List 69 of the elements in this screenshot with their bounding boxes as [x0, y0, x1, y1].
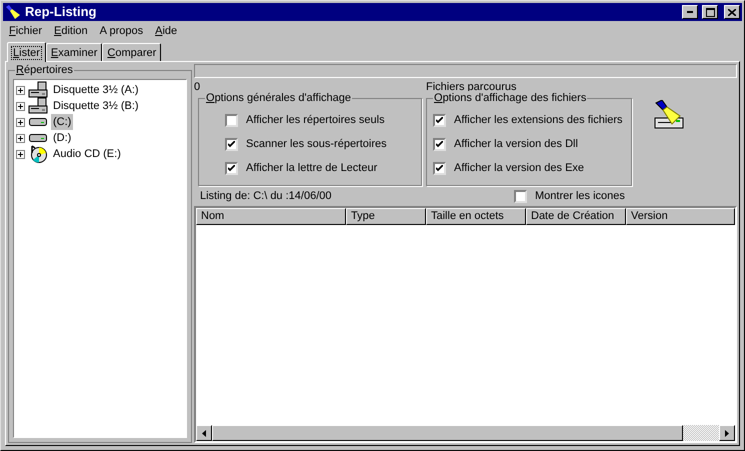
menu-item[interactable]: A propos	[94, 22, 150, 40]
expand-icon[interactable]	[16, 118, 25, 126]
scroll-left-button[interactable]	[196, 425, 212, 441]
minimize-icon	[687, 11, 693, 13]
plus-icon	[18, 88, 23, 92]
column-header[interactable]: Type	[346, 208, 426, 225]
check-icon	[436, 164, 443, 172]
column-header[interactable]: Date de Création	[526, 208, 626, 225]
column-header[interactable]: Version	[626, 208, 735, 225]
column-header[interactable]: Taille en octets	[426, 208, 526, 225]
expand-icon[interactable]	[16, 134, 25, 142]
check-icon	[436, 140, 443, 148]
counter-text: 0	[194, 80, 202, 94]
checkbox-label: Afficher la version des Dll	[454, 136, 578, 152]
group-title: Options générales d'affichage	[205, 91, 352, 105]
plus-icon	[18, 152, 23, 156]
window-title: Rep-Listing	[25, 3, 98, 22]
plus-icon	[18, 120, 23, 124]
broom-icon	[654, 100, 686, 130]
checkbox-label: Afficher les répertoires seuls	[246, 112, 385, 128]
tab[interactable]: Comparer	[102, 43, 162, 61]
tab[interactable]: Lister	[7, 42, 46, 62]
tree-item[interactable]: (C:)	[51, 114, 74, 130]
panel-title: Répertoires	[15, 63, 74, 77]
checkbox[interactable]	[433, 138, 446, 150]
tree-item[interactable]: Audio CD (E:)	[51, 146, 123, 162]
checkbox[interactable]	[225, 114, 238, 126]
files-label: Fichiers parcourus	[426, 80, 518, 93]
checkbox-label: Afficher la version des Exe	[454, 160, 584, 176]
checkbox-label: Montrer les icones	[535, 188, 625, 204]
checkbox[interactable]	[514, 190, 527, 202]
floppy-drive-icon	[28, 97, 48, 115]
listing-info: Listing de: C:\ du :14/06/00	[200, 188, 332, 204]
column-header[interactable]: Nom	[196, 208, 346, 225]
maximize-icon	[706, 8, 714, 16]
broom-app-icon	[5, 5, 21, 19]
checkbox[interactable]	[225, 138, 238, 150]
hard-drive-icon	[29, 133, 47, 143]
tree-item[interactable]: Disquette 3½ (B:)	[51, 98, 141, 114]
checkbox-label: Afficher les extensions des fichiers	[454, 112, 623, 128]
tree-item[interactable]: (D:)	[51, 130, 74, 146]
plus-icon	[18, 104, 23, 108]
minimize-button[interactable]	[682, 5, 698, 19]
menu-item[interactable]: Edition	[48, 22, 94, 40]
expand-icon[interactable]	[16, 150, 25, 158]
expand-icon[interactable]	[16, 102, 25, 110]
checkbox[interactable]	[225, 162, 238, 174]
check-icon	[228, 140, 235, 148]
right-arrow-icon	[725, 430, 729, 436]
expand-icon[interactable]	[16, 86, 25, 94]
tab[interactable]: Examiner	[46, 43, 102, 61]
tree-item[interactable]: Disquette 3½ (A:)	[51, 82, 141, 98]
left-arrow-icon	[202, 430, 206, 436]
scroll-right-button[interactable]	[719, 425, 735, 441]
hard-drive-icon	[29, 117, 47, 127]
checkbox-label: Afficher la lettre de Lecteur	[246, 160, 378, 176]
check-icon	[228, 164, 235, 172]
menu-item[interactable]: Fichier	[3, 22, 48, 40]
close-icon	[728, 8, 736, 16]
checkbox[interactable]	[433, 114, 446, 126]
checkbox[interactable]	[433, 162, 446, 174]
check-icon	[436, 116, 443, 124]
close-button[interactable]	[724, 5, 740, 19]
group-title: Options d'affichage des fichiers	[433, 91, 588, 105]
menu-item[interactable]: Aide	[149, 22, 184, 40]
plus-icon	[18, 136, 23, 140]
audio-cd-icon	[29, 145, 47, 163]
maximize-button[interactable]	[702, 5, 718, 19]
checkbox-label: Scanner les sous-répertoires	[246, 136, 387, 152]
